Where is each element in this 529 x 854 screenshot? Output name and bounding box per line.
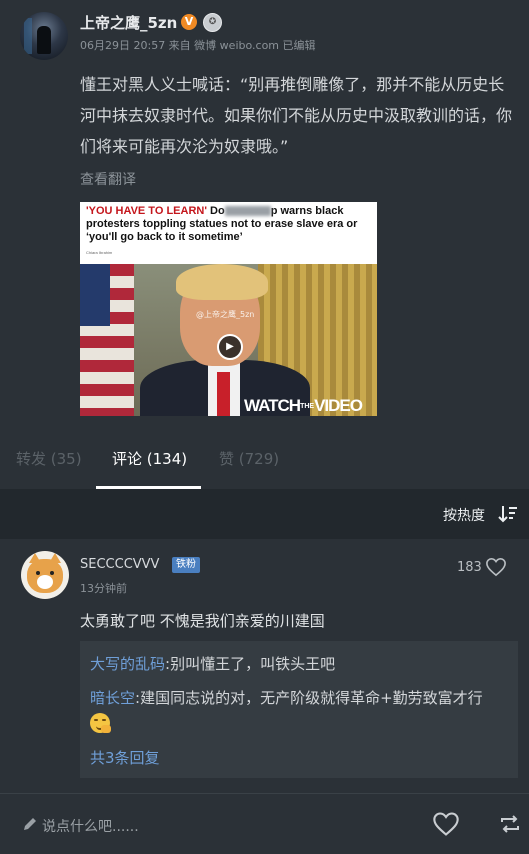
post-text: 懂王对黑人义士喊话：“别再推倒雕像了，那并不能从历史长河中抹去奴隶时代。如果你们…: [80, 75, 513, 156]
flag-graphic: [80, 264, 134, 416]
fan-badge: 铁粉: [172, 557, 200, 573]
reply-text: :建国同志说的对，无产阶级就得革命+勤劳致富才行: [135, 689, 483, 707]
tab-comments[interactable]: 评论 (134): [112, 448, 187, 469]
sort-by-hot-button[interactable]: 按热度: [443, 505, 485, 525]
bottom-action-bar: 说点什么吧......: [0, 793, 529, 854]
comment-time: 13分钟前: [80, 582, 127, 595]
reply-item[interactable]: 暗长空:建国同志说的对，无产阶级就得革命+勤劳致富才行: [90, 687, 483, 708]
translate-link[interactable]: 查看翻译: [80, 169, 136, 189]
play-icon[interactable]: ▶: [217, 334, 243, 360]
tab-bar: 转发 (35) 评论 (134) 赞 (729): [0, 428, 529, 488]
repost-icon[interactable]: [498, 813, 522, 835]
video-headline: 'YOU HAVE TO LEARN' Do p warns black prot…: [86, 205, 372, 244]
reply-author[interactable]: 大写的乱码: [90, 655, 165, 673]
watch-prefix: WATCH: [244, 396, 301, 415]
watch-video-label: WATCHTHEVIDEO: [244, 396, 363, 416]
post-video[interactable]: 'YOU HAVE TO LEARN' Do p warns black prot…: [80, 202, 377, 416]
comment-like-count: 183: [457, 560, 482, 575]
pencil-icon: [24, 818, 36, 830]
sort-bar: 按热度: [0, 489, 529, 539]
view-all-replies-link[interactable]: 共3条回复: [90, 747, 160, 768]
sort-icon[interactable]: [498, 504, 518, 524]
headline-prefix: Do: [206, 205, 225, 217]
commenter-avatar[interactable]: [21, 551, 69, 599]
reply-author[interactable]: 暗长空: [90, 689, 135, 707]
tab-repost[interactable]: 转发 (35): [16, 448, 82, 469]
tab-likes[interactable]: 赞 (729): [219, 448, 279, 469]
reply-thread[interactable]: 大写的乱码:别叫懂王了，叫铁头王吧 暗长空:建国同志说的对，无产阶级就得革命+勤…: [80, 641, 518, 778]
video-thumbnail: @上帝之鹰_5zn ▶ WATCHTHEVIDEO: [80, 264, 377, 416]
comment-input[interactable]: 说点什么吧......: [42, 816, 139, 836]
image-watermark: @上帝之鹰_5zn: [196, 310, 255, 319]
verified-icon: V: [181, 14, 197, 30]
medal-icon: ✪: [203, 13, 222, 32]
watch-suffix: VIDEO: [314, 396, 363, 415]
reply-item[interactable]: 大写的乱码:别叫懂王了，叫铁头王吧: [90, 653, 335, 674]
post-meta: 06月29日 20:57 来自 微博 weibo.com 已编辑: [80, 39, 316, 52]
comment-text: 太勇敢了吧 不愧是我们亲爱的川建国: [80, 612, 325, 630]
reply-text: :别叫懂王了，叫铁头王吧: [165, 655, 336, 673]
watch-the: THE: [300, 403, 315, 411]
video-byline: Chiara Ibrahim: [86, 250, 113, 255]
commenter-username[interactable]: SECCCCVVV: [80, 557, 159, 572]
headline-red-text: 'YOU HAVE TO LEARN': [86, 205, 207, 217]
comment-heart-icon[interactable]: [485, 557, 507, 577]
blurred-name: [224, 206, 271, 217]
like-heart-icon[interactable]: [432, 811, 460, 837]
author-avatar[interactable]: [20, 12, 68, 60]
author-username[interactable]: 上帝之鹰_5zn: [80, 12, 177, 33]
thinking-emoji-icon: [90, 713, 111, 733]
